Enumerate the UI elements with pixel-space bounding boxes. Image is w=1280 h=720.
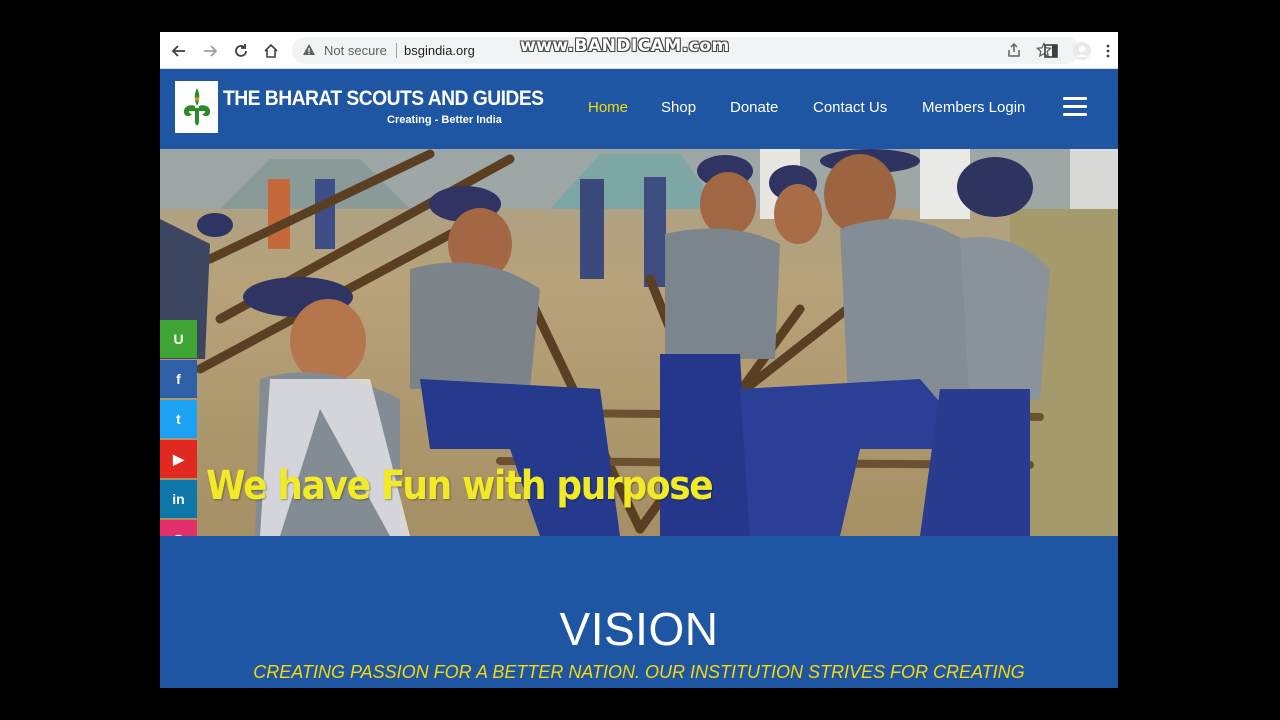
youtube-icon[interactable]: ▶ [160,440,197,478]
more-menu-icon[interactable] [1102,40,1114,62]
profile-avatar-icon[interactable] [1071,40,1093,62]
address-separator [396,43,397,58]
fleur-de-lis-icon [183,88,210,126]
nav-contact-us[interactable]: Contact Us [813,99,887,116]
hero-caption: We have Fun with purpose [206,463,714,509]
facebook-icon[interactable]: f [160,360,197,398]
bandicam-watermark: www.BANDICAM.com [520,36,730,56]
nav-members-login[interactable]: Members Login [922,99,1025,116]
security-label[interactable]: Not secure [324,43,387,58]
browser-toolbar: Not secure bsgindia.org www.BANDICAM.com [160,32,1118,69]
hero-banner: We have Fun with purpose [160,149,1118,536]
hamburger-menu-icon[interactable] [1063,97,1087,117]
nav-shop[interactable]: Shop [661,99,696,116]
warning-icon[interactable] [302,43,318,59]
site-tagline: Creating - Better India [387,114,502,126]
share-icon[interactable] [1006,42,1024,60]
u-icon[interactable]: U [160,320,197,358]
browser-window: Not secure bsgindia.org www.BANDICAM.com [160,32,1118,688]
site-logo[interactable] [175,81,218,133]
reload-icon[interactable] [230,40,252,62]
site-title[interactable]: THE BHARAT SCOUTS AND GUIDES [223,87,544,111]
home-icon[interactable] [260,40,282,62]
nav-home[interactable]: Home [588,99,628,116]
nav-donate[interactable]: Donate [730,99,778,116]
back-arrow-icon[interactable] [168,40,190,62]
vision-section: VISION CREATING PASSION FOR A BETTER NAT… [160,536,1118,688]
vision-title: VISION [559,603,719,655]
vision-text: CREATING PASSION FOR A BETTER NATION. OU… [253,662,1025,682]
site-header: THE BHARAT SCOUTS AND GUIDES Creating - … [160,69,1118,149]
twitter-icon[interactable]: t [160,400,197,438]
forward-arrow-icon[interactable] [199,40,221,62]
linkedin-icon[interactable]: in [160,480,197,518]
side-panel-icon[interactable] [1040,40,1062,62]
url-text[interactable]: bsgindia.org [404,43,475,58]
